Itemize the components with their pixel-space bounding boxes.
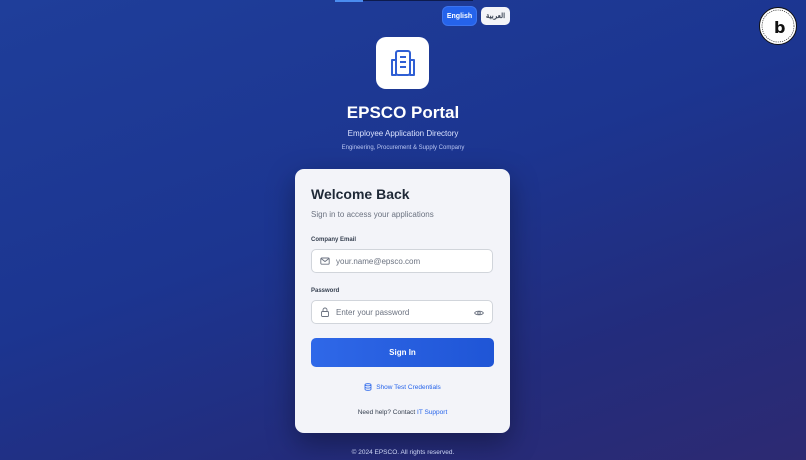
- email-field[interactable]: [311, 249, 493, 273]
- top-progress-track: [363, 0, 473, 1]
- login-subheading: Sign in to access your applications: [311, 210, 434, 219]
- email-input[interactable]: [336, 256, 466, 266]
- login-card: Welcome Back Sign in to access your appl…: [295, 169, 510, 433]
- password-field[interactable]: [311, 300, 493, 324]
- email-label: Company Email: [311, 237, 357, 243]
- password-label: Password: [311, 288, 340, 294]
- help-text: Need help? Contact IT Support: [295, 409, 510, 416]
- page-title: EPSCO Portal: [346, 103, 460, 122]
- bolt-badge-icon[interactable]: b: [759, 7, 797, 45]
- login-heading: Welcome Back: [311, 186, 410, 202]
- top-progress-accent: [335, 0, 363, 2]
- building-icon: [376, 37, 429, 89]
- company-tagline: Engineering, Procurement & Supply Compan…: [341, 145, 465, 151]
- database-icon: [364, 383, 372, 391]
- show-credentials-link[interactable]: Show Test Credentials: [295, 383, 510, 391]
- show-credentials-label: Show Test Credentials: [376, 383, 441, 391]
- it-support-link[interactable]: IT Support: [417, 409, 447, 416]
- mail-icon: [320, 256, 330, 266]
- language-arabic-button[interactable]: العربية: [481, 7, 510, 25]
- page-subtitle: Employee Application Directory: [347, 129, 459, 138]
- language-english-button[interactable]: English: [443, 7, 476, 25]
- help-prefix: Need help? Contact: [357, 409, 416, 416]
- eye-icon[interactable]: [474, 308, 484, 318]
- sign-in-button[interactable]: Sign In: [311, 338, 494, 367]
- svg-text:b: b: [774, 18, 785, 37]
- footer-copyright: © 2024 EPSCO. All rights reserved.: [351, 449, 455, 456]
- lock-icon: [320, 307, 330, 317]
- password-input[interactable]: [336, 307, 466, 317]
